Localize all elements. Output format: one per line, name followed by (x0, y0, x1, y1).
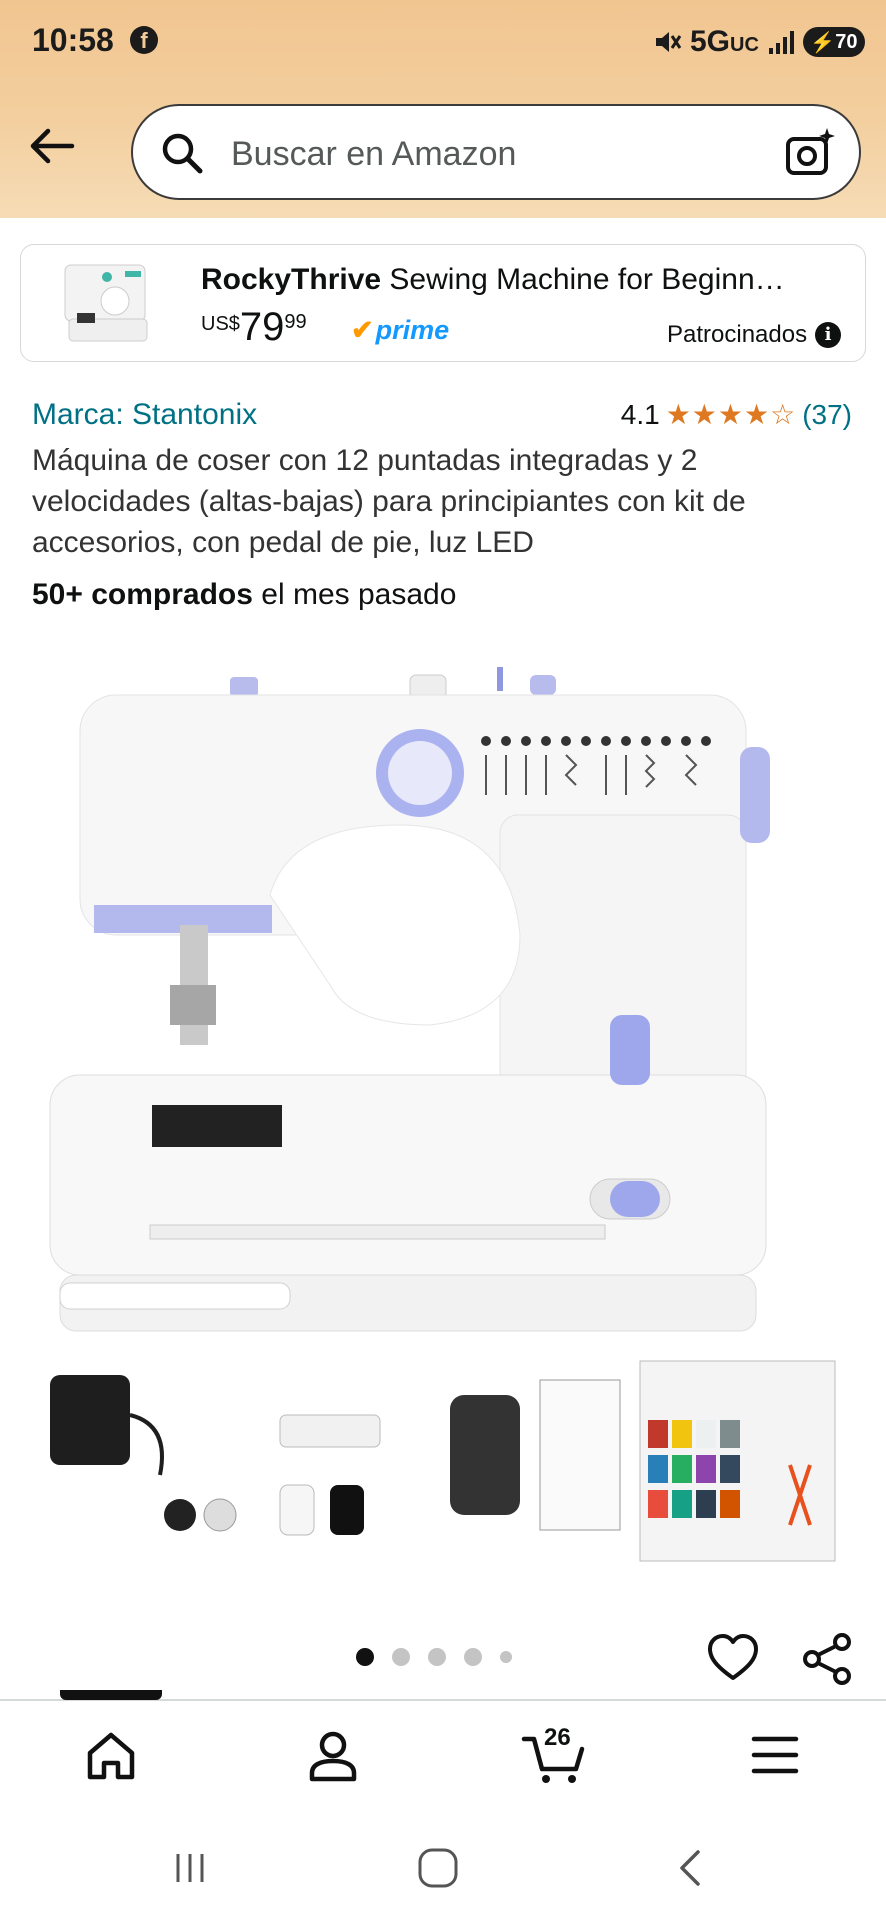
battery-indicator: ⚡ 70 (802, 27, 865, 57)
ad-title[interactable]: RockyThrive Sewing Machine for Beginn… (201, 263, 841, 297)
status-icons: 5GUC ⚡ 70 (652, 22, 865, 62)
search-input[interactable] (229, 128, 753, 180)
carousel-dot[interactable] (356, 1648, 374, 1666)
accessories-image (50, 1360, 836, 1562)
search-icon (162, 133, 203, 174)
rating-count[interactable]: (37) (802, 399, 852, 431)
home-icon[interactable] (76, 1725, 146, 1785)
network-type: 5GUC (690, 25, 759, 58)
info-icon[interactable]: i (815, 322, 842, 348)
purchase-count: 50+ comprados el mes pasado (32, 578, 457, 611)
share-icon[interactable] (800, 1632, 854, 1686)
signal-icon (768, 31, 794, 54)
carousel-dot[interactable] (464, 1648, 482, 1666)
brand-link[interactable]: Marca: Stantonix (32, 398, 257, 432)
camera-search-icon[interactable] (783, 126, 837, 180)
prime-badge: ✔prime (351, 315, 450, 345)
mute-icon (656, 32, 682, 52)
product-title: Máquina de coser con 12 puntadas integra… (32, 444, 746, 559)
carousel-dot[interactable] (428, 1648, 446, 1666)
recent-apps-icon[interactable] (160, 1846, 220, 1890)
back-arrow-icon[interactable] (24, 118, 80, 174)
facebook-notification-icon: f (130, 26, 158, 54)
ad-price: US$ 79 99 (201, 305, 307, 349)
cart-count-badge: 26 (544, 1724, 571, 1751)
carousel-dot[interactable] (500, 1651, 512, 1663)
rating-value: 4.1 (620, 398, 660, 430)
rating-summary[interactable]: 4.1 ★★★★☆ (37) (621, 398, 852, 431)
product-image[interactable] (30, 655, 856, 1365)
active-tab-indicator (60, 1690, 162, 1700)
status-time: 10:58 (32, 22, 114, 58)
image-carousel-indicator (356, 1648, 512, 1666)
charging-icon: ⚡ (810, 31, 836, 54)
home-circle-icon[interactable] (408, 1846, 468, 1890)
sponsored-product-banner[interactable]: RockyThrive Sewing Machine for Beginn… U… (20, 244, 866, 362)
sponsored-label[interactable]: Patrocinados i (667, 321, 842, 349)
search-bar[interactable] (131, 104, 861, 200)
star-rating-icon: ★★★★☆ (665, 399, 797, 430)
ad-product-thumbnail (64, 264, 148, 342)
heart-icon[interactable] (706, 1632, 760, 1686)
account-icon[interactable] (298, 1725, 368, 1785)
system-back-icon[interactable] (660, 1846, 720, 1890)
carousel-dot[interactable] (392, 1648, 410, 1666)
prime-check-icon: ✔ (351, 315, 374, 345)
menu-icon[interactable] (740, 1725, 810, 1785)
